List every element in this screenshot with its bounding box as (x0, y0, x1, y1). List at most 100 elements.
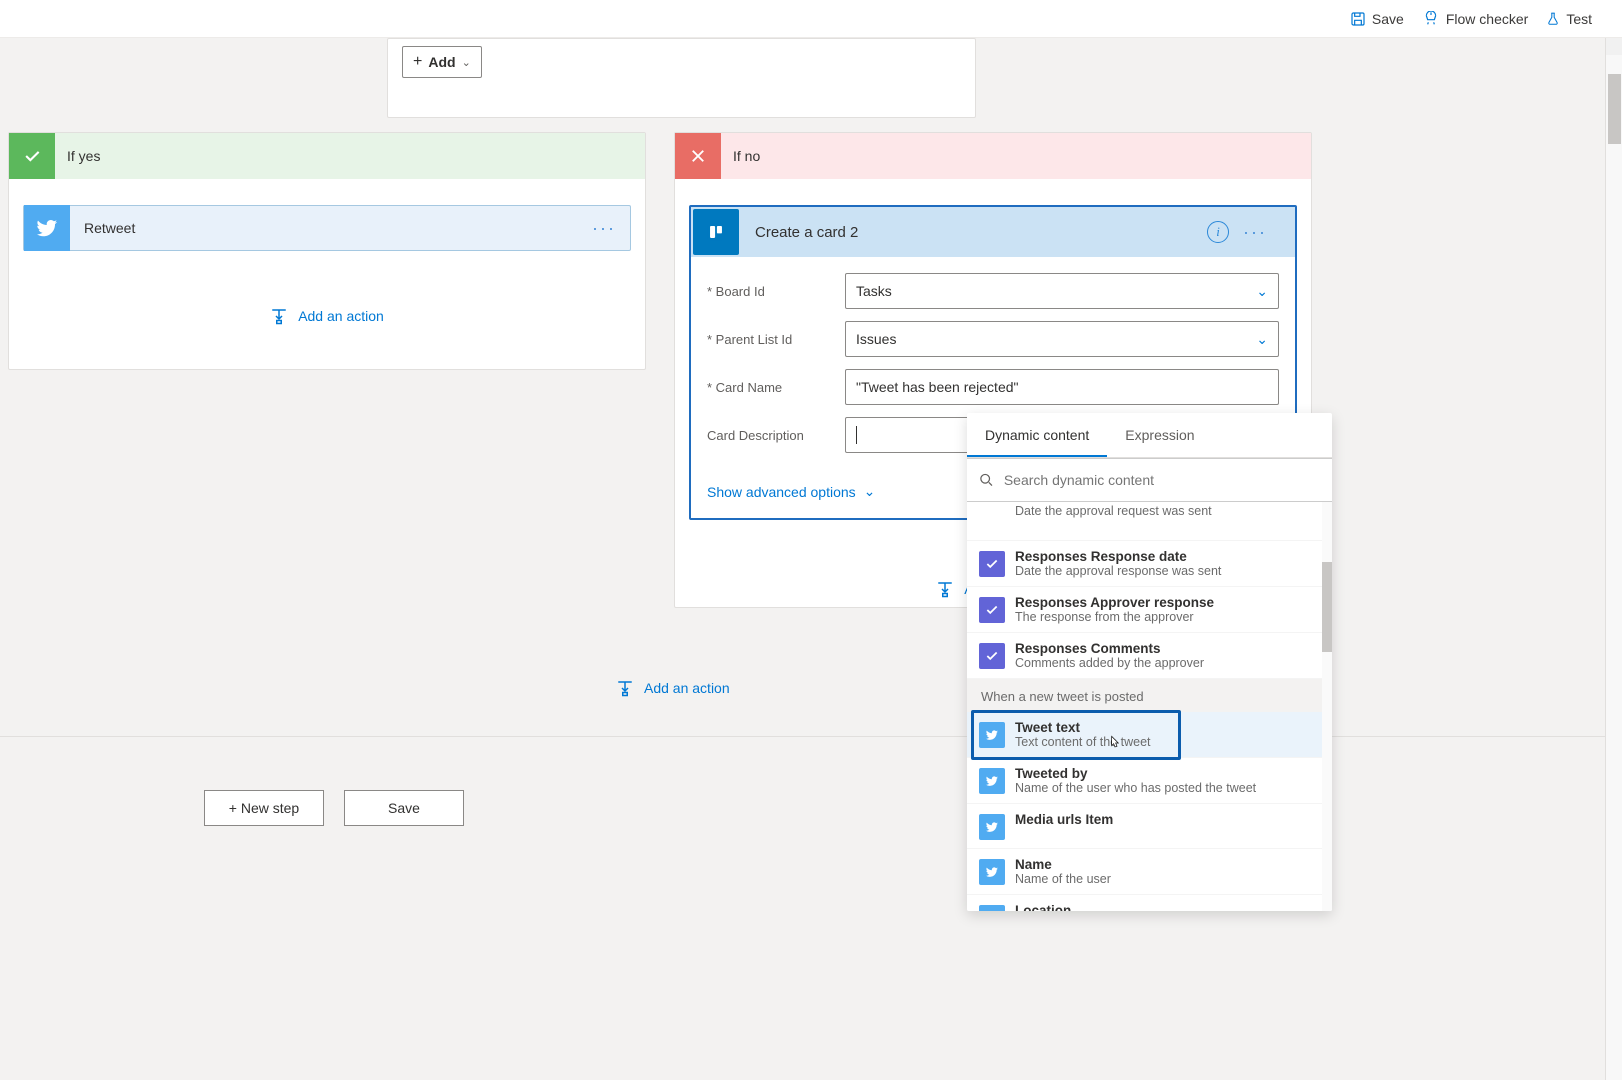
dynamic-search[interactable] (967, 458, 1332, 502)
board-id-label: Board Id (707, 284, 833, 299)
card-name-value: "Tweet has been rejected" (856, 379, 1018, 395)
flask-icon (1546, 11, 1560, 27)
card-name-row: Card Name "Tweet has been rejected" (691, 363, 1295, 411)
page-scrollbar[interactable] (1605, 38, 1622, 1080)
chevron-down-icon: ⌄ (1256, 331, 1268, 348)
flow-canvas: + Add ⌄ If yes Retweet ··· Add an action (0, 38, 1622, 1080)
dynamic-group-tweet: When a new tweet is posted (967, 679, 1332, 712)
dynamic-item-desc: Name of the user (1015, 872, 1111, 886)
retweet-label: Retweet (70, 220, 135, 236)
dynamic-item-name[interactable]: NameName of the user (967, 849, 1332, 895)
test-label: Test (1566, 11, 1592, 27)
create-card-more-icon[interactable]: ··· (1243, 222, 1281, 243)
separator (0, 736, 1622, 737)
top-action-card: + Add ⌄ (387, 38, 976, 118)
dynamic-item-tweeted-by[interactable]: Tweeted byName of the user who has poste… (967, 758, 1332, 804)
footer-save-button[interactable]: Save (344, 790, 464, 826)
if-yes-branch: If yes Retweet ··· Add an action (8, 132, 646, 370)
if-no-header[interactable]: If no (675, 133, 1311, 179)
if-no-title: If no (721, 148, 760, 164)
dynamic-item-comments[interactable]: Responses CommentsComments added by the … (967, 633, 1332, 679)
parent-list-label: Parent List Id (707, 332, 833, 347)
save-icon (1350, 11, 1366, 27)
board-id-value: Tasks (856, 283, 892, 299)
dynamic-item-approver-response[interactable]: Responses Approver responseThe response … (967, 587, 1332, 633)
insert-step-icon (270, 307, 288, 325)
flow-checker-button[interactable]: Flow checker (1422, 11, 1528, 27)
dynamic-item-desc: Text content of the tweet (1015, 735, 1151, 749)
insert-step-icon (616, 679, 634, 697)
tab-dynamic-content[interactable]: Dynamic content (967, 413, 1107, 457)
dynamic-content-panel: Dynamic content Expression Date the appr… (967, 413, 1332, 911)
dynamic-item-title: Location (1015, 903, 1071, 911)
check-icon (9, 133, 55, 179)
dynamic-search-input[interactable] (1004, 472, 1320, 488)
dynamic-item-title: Tweeted by (1015, 766, 1256, 781)
parent-list-select[interactable]: Issues ⌄ (845, 321, 1279, 357)
dynamic-item-media-urls[interactable]: Media urls Item (967, 804, 1332, 849)
save-button[interactable]: Save (1350, 11, 1404, 27)
dynamic-item-title: Responses Comments (1015, 641, 1204, 656)
approvals-icon (979, 597, 1005, 623)
board-id-row: Board Id Tasks ⌄ (691, 267, 1295, 315)
twitter-icon (979, 722, 1005, 748)
if-yes-header[interactable]: If yes (9, 133, 645, 179)
dynamic-item-title: Responses Approver response (1015, 595, 1214, 610)
dynamic-item-title: Tweet text (1015, 720, 1151, 735)
plus-icon: + (413, 53, 422, 71)
create-card-header[interactable]: Create a card 2 i ··· (691, 207, 1295, 257)
dynamic-list: Date the approval request was sent Respo… (967, 502, 1332, 911)
chevron-down-icon: ⌄ (462, 56, 471, 69)
dynamic-item-title: Media urls Item (1015, 812, 1113, 827)
flow-checker-label: Flow checker (1446, 11, 1528, 27)
top-toolbar: Save Flow checker Test (0, 0, 1622, 38)
scrollbar-thumb[interactable] (1322, 562, 1332, 652)
card-desc-label: Card Description (707, 428, 833, 443)
board-id-select[interactable]: Tasks ⌄ (845, 273, 1279, 309)
insert-step-icon (936, 580, 954, 598)
add-label: Add (428, 54, 455, 70)
create-card-title: Create a card 2 (741, 224, 858, 241)
approvals-icon (979, 551, 1005, 577)
flow-checker-icon (1422, 11, 1440, 27)
dynamic-item-partial[interactable]: Date the approval request was sent (967, 502, 1332, 541)
dynamic-item-response-date[interactable]: Responses Response dateDate the approval… (967, 541, 1332, 587)
search-icon (979, 472, 994, 488)
tab-expression[interactable]: Expression (1107, 413, 1212, 457)
dynamic-item-desc: Comments added by the approver (1015, 656, 1204, 670)
dynamic-tabs: Dynamic content Expression (967, 413, 1332, 458)
twitter-icon (979, 814, 1005, 840)
parent-list-value: Issues (856, 331, 896, 347)
dynamic-scrollbar[interactable] (1322, 502, 1332, 911)
new-step-button[interactable]: + New step (204, 790, 324, 826)
add-button[interactable]: + Add ⌄ (402, 46, 482, 78)
dynamic-item-desc: Date the approval request was sent (1015, 504, 1212, 518)
text-cursor-icon (856, 426, 857, 444)
dynamic-item-location[interactable]: Location (967, 895, 1332, 911)
info-icon[interactable]: i (1207, 221, 1229, 243)
show-advanced-label: Show advanced options (707, 484, 856, 500)
approvals-icon (979, 643, 1005, 669)
chevron-down-icon: ⌄ (1256, 283, 1268, 300)
test-button[interactable]: Test (1546, 11, 1592, 27)
card-name-input[interactable]: "Tweet has been rejected" (845, 369, 1279, 405)
dynamic-item-title: Responses Response date (1015, 549, 1221, 564)
if-yes-add-action-label: Add an action (298, 308, 384, 324)
dynamic-item-tweet-text[interactable]: Tweet textText content of the tweet (967, 712, 1332, 758)
chevron-down-icon: ⌄ (864, 483, 876, 500)
center-add-action-label: Add an action (644, 680, 730, 696)
retweet-more-icon[interactable]: ··· (592, 218, 630, 239)
dynamic-item-desc: Name of the user who has posted the twee… (1015, 781, 1256, 795)
trello-icon (693, 209, 739, 255)
retweet-action-card[interactable]: Retweet ··· (23, 205, 631, 251)
dynamic-item-desc: The response from the approver (1015, 610, 1214, 624)
close-icon (675, 133, 721, 179)
scrollbar-thumb[interactable] (1608, 74, 1621, 144)
parent-list-row: Parent List Id Issues ⌄ (691, 315, 1295, 363)
dynamic-item-title: Name (1015, 857, 1111, 872)
if-yes-add-action[interactable]: Add an action (9, 307, 645, 325)
save-label: Save (1372, 11, 1404, 27)
dynamic-item-desc: Date the approval response was sent (1015, 564, 1221, 578)
center-add-action[interactable]: Add an action (616, 679, 730, 697)
footer-buttons: + New step Save (204, 790, 464, 826)
